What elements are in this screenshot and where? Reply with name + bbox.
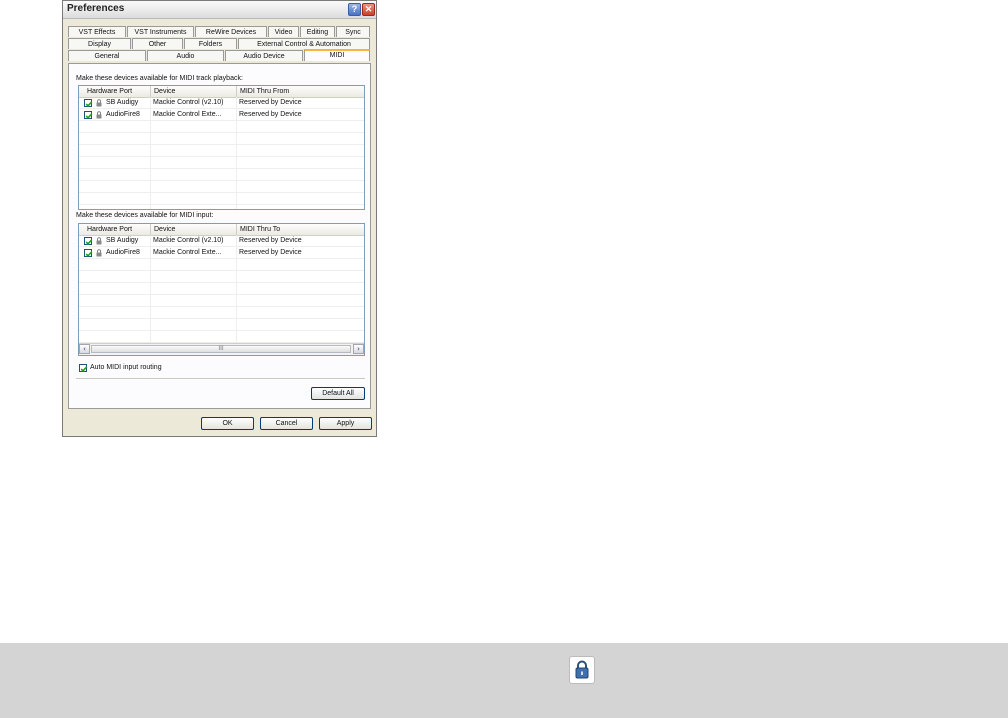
tab-vst-effects[interactable]: VST Effects [68, 26, 126, 37]
tab-midi[interactable]: MIDI [304, 49, 370, 61]
tab-sync[interactable]: Sync [336, 26, 370, 37]
window-title: Preferences [67, 3, 125, 14]
check-icon[interactable] [84, 237, 93, 245]
check-icon[interactable] [84, 111, 93, 119]
divider [76, 378, 365, 380]
default-all-button[interactable]: Default All [311, 387, 365, 400]
device-cell: Mackie Control (v2.10) [153, 99, 224, 106]
empty-row [79, 307, 364, 319]
hardware-port-cell: AudioFire8 [106, 249, 140, 256]
horizontal-scrollbar[interactable]: ‹ III › [79, 343, 364, 355]
tab-vst-instruments[interactable]: VST Instruments [127, 26, 194, 37]
apply-button[interactable]: Apply [319, 417, 372, 430]
empty-row [79, 331, 364, 343]
auto-midi-label[interactable]: Auto MIDI input routing [90, 364, 162, 371]
input-device-list[interactable]: Hardware Port Device MIDI Thru To SB Aud… [78, 223, 365, 356]
tab-general[interactable]: General [68, 50, 146, 61]
tab-editing[interactable]: Editing [300, 26, 335, 37]
lock-icon[interactable] [569, 656, 595, 684]
auto-midi-checkbox[interactable] [79, 364, 88, 372]
midi-thru-cell: Reserved by Device [239, 237, 302, 244]
scroll-thumb[interactable]: III [91, 345, 351, 353]
lock-icon [96, 249, 102, 257]
help-button[interactable]: ? [348, 3, 361, 16]
table-row[interactable]: SB Audigy Mackie Control (v2.10) Reserve… [79, 235, 364, 247]
col-hardware-port[interactable]: Hardware Port [79, 224, 151, 235]
lock-icon [96, 237, 102, 245]
device-cell: Mackie Control (v2.10) [153, 237, 224, 244]
cancel-button[interactable]: Cancel [260, 417, 313, 430]
empty-row [79, 157, 364, 169]
table-row[interactable]: SB Audigy Mackie Control (v2.10) Reserve… [79, 97, 364, 109]
table-row[interactable]: AudioFire8 Mackie Control Exte... Reserv… [79, 109, 364, 121]
col-hardware-port[interactable]: Hardware Port [79, 86, 151, 97]
lock-icon [96, 99, 102, 107]
tab-display[interactable]: Display [68, 38, 131, 49]
midi-thru-cell: Reserved by Device [239, 111, 302, 118]
empty-row [79, 121, 364, 133]
empty-row [79, 181, 364, 193]
empty-row [79, 271, 364, 283]
input-label: Make these devices available for MIDI in… [76, 212, 214, 219]
empty-row [79, 319, 364, 331]
col-device[interactable]: Device [151, 86, 237, 97]
lock-icon [96, 111, 102, 119]
ok-button[interactable]: OK [201, 417, 254, 430]
device-cell: Mackie Control Exte... [153, 111, 222, 118]
scroll-right-button[interactable]: › [353, 344, 364, 354]
col-midi-thru-to[interactable]: MIDI Thru To [237, 224, 364, 235]
check-icon[interactable] [84, 99, 93, 107]
preferences-dialog: Preferences ? ✕ VST Effects VST Instrume… [62, 0, 377, 437]
empty-row [79, 295, 364, 307]
empty-row [79, 133, 364, 145]
tab-audio[interactable]: Audio [147, 50, 224, 61]
empty-row [79, 283, 364, 295]
device-cell: Mackie Control Exte... [153, 249, 222, 256]
midi-thru-cell: Reserved by Device [239, 249, 302, 256]
midi-panel: Make these devices available for MIDI tr… [68, 63, 371, 409]
tab-other[interactable]: Other [132, 38, 183, 49]
close-button[interactable]: ✕ [362, 3, 375, 16]
tab-external-control[interactable]: External Control & Automation [238, 38, 370, 49]
hardware-port-cell: SB Audigy [106, 237, 139, 244]
empty-row [79, 169, 364, 181]
title-bar[interactable]: Preferences ? ✕ [63, 1, 376, 19]
playback-device-list[interactable]: Hardware Port Device MIDI Thru From SB A… [78, 85, 365, 210]
col-device[interactable]: Device [151, 224, 237, 235]
playback-label: Make these devices available for MIDI tr… [76, 75, 243, 82]
empty-row [79, 145, 364, 157]
tab-folders[interactable]: Folders [184, 38, 237, 49]
table-row[interactable]: AudioFire8 Mackie Control Exte... Reserv… [79, 247, 364, 259]
check-icon[interactable] [84, 249, 93, 257]
tab-rewire-devices[interactable]: ReWire Devices [195, 26, 267, 37]
empty-row [79, 259, 364, 271]
empty-row [79, 193, 364, 205]
tab-audio-device[interactable]: Audio Device [225, 50, 303, 61]
hardware-port-cell: SB Audigy [106, 99, 139, 106]
bottom-bar [0, 643, 1008, 718]
scroll-left-button[interactable]: ‹ [79, 344, 90, 354]
hardware-port-cell: AudioFire8 [106, 111, 140, 118]
col-midi-thru-from[interactable]: MIDI Thru From [237, 86, 364, 97]
midi-thru-cell: Reserved by Device [239, 99, 302, 106]
tab-video[interactable]: Video [268, 26, 299, 37]
